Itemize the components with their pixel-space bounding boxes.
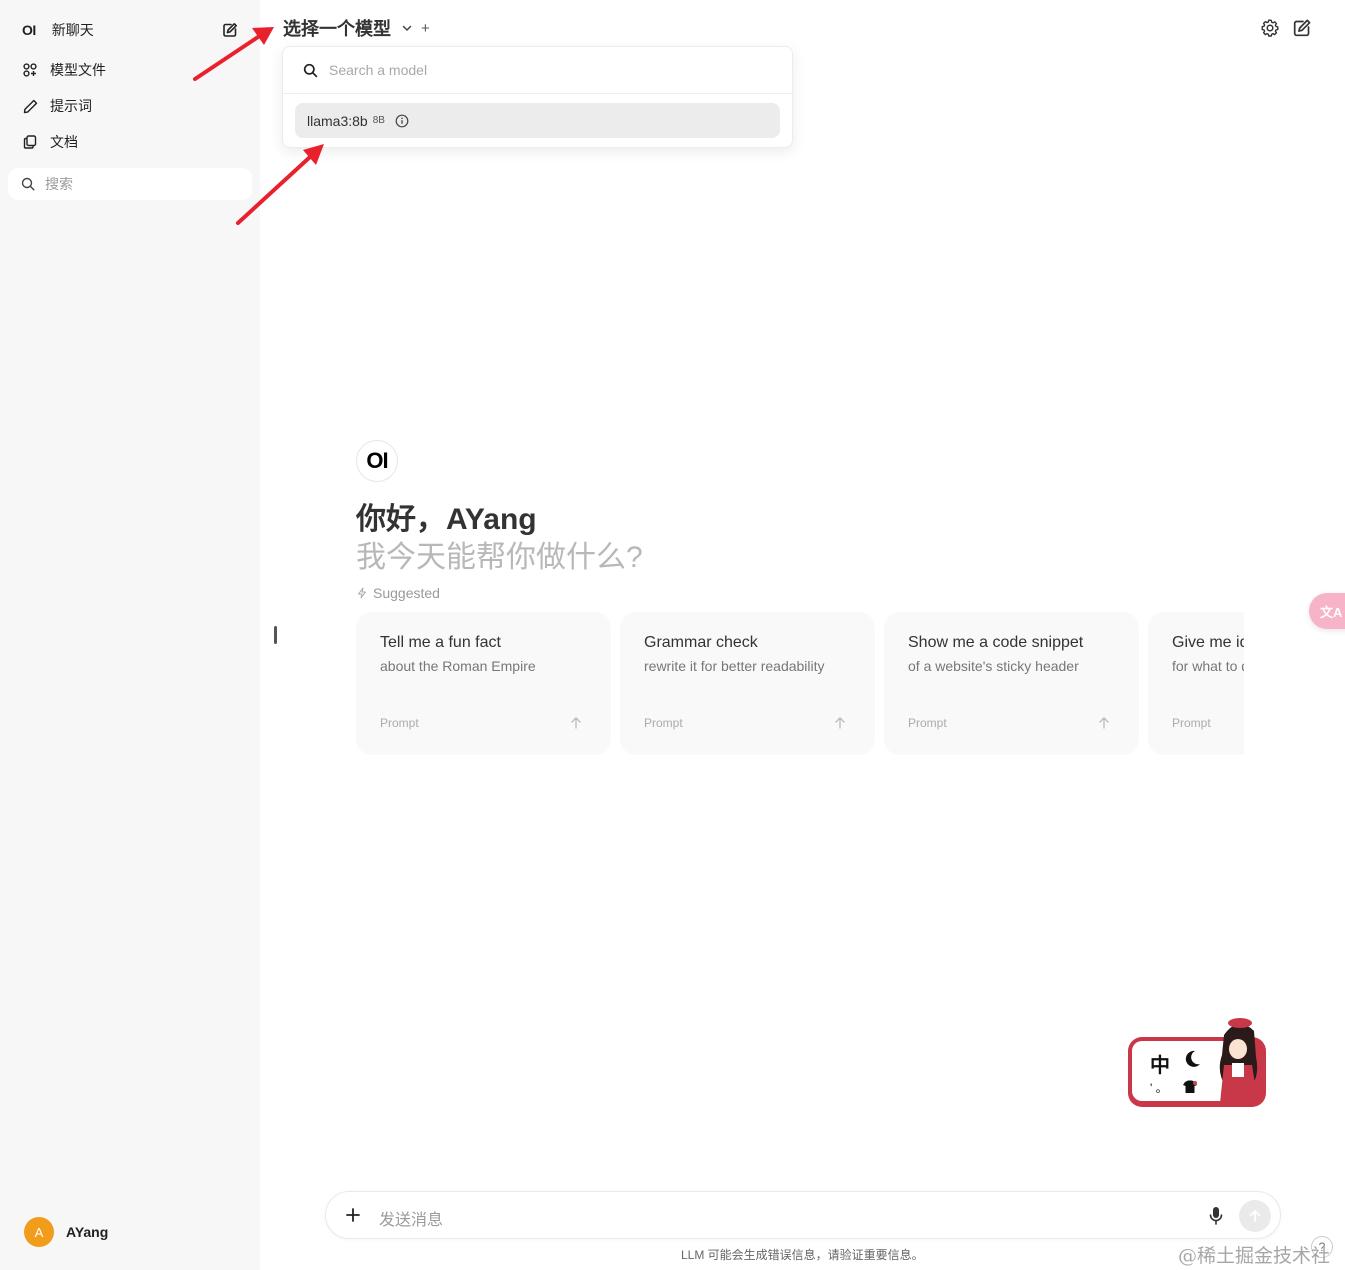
model-name: llama3:8b — [307, 112, 368, 129]
grid-icon — [22, 62, 38, 78]
sidebar-item-label: 提示词 — [50, 98, 92, 114]
model-selector[interactable]: 选择一个模型 + — [283, 15, 430, 41]
model-option-llama3[interactable]: llama3:8b 8B — [295, 103, 780, 138]
suggestion-card[interactable]: Grammar check rewrite it for better read… — [620, 612, 875, 755]
plus-icon[interactable] — [343, 1205, 363, 1225]
edit-icon[interactable] — [222, 22, 238, 38]
avatar: A — [24, 1217, 54, 1247]
suggestion-card[interactable]: Tell me a fun fact about the Roman Empir… — [356, 612, 611, 755]
greeting-subtitle: 我今天能帮你做什么? — [356, 541, 643, 574]
moon-icon[interactable] — [1184, 1049, 1202, 1069]
card-title: Show me a code snippet — [908, 634, 1084, 651]
ime-language-label[interactable]: 中 — [1150, 1049, 1170, 1078]
user-name: AYang — [66, 1224, 109, 1240]
arrow-up-icon — [833, 716, 847, 730]
ime-widget[interactable]: 中 ' 。 — [1128, 1018, 1266, 1107]
card-title: Grammar check — [644, 634, 758, 651]
arrow-up-icon — [1249, 1210, 1261, 1222]
sidebar-search-input[interactable]: 搜索 — [8, 168, 252, 200]
ime-punctuation[interactable]: ' 。 — [1150, 1079, 1168, 1096]
card-tag: Prompt — [1172, 716, 1211, 730]
suggested-heading: Suggested — [356, 585, 440, 601]
arrow-up-icon — [569, 716, 583, 730]
model-selector-title: 选择一个模型 — [283, 19, 391, 39]
card-tag: Prompt — [644, 716, 683, 730]
card-subtitle: for what to do — [1172, 658, 1244, 674]
sidebar-search-placeholder: 搜索 — [45, 176, 73, 192]
info-icon[interactable] — [395, 114, 409, 128]
add-model-button[interactable]: + — [421, 20, 430, 37]
model-search-input[interactable]: Search a model — [283, 47, 792, 94]
sidebar-item-label: 模型文件 — [50, 62, 106, 78]
pencil-icon — [22, 98, 38, 114]
message-input[interactable]: 发送消息 — [379, 1206, 443, 1230]
model-search-placeholder: Search a model — [329, 62, 428, 78]
model-dropdown: Search a model llama3:8b 8B — [282, 46, 793, 148]
send-button[interactable] — [1239, 1200, 1271, 1232]
watermark: @稀土掘金技术社区 — [1178, 1245, 1331, 1267]
search-icon — [303, 63, 318, 78]
bolt-icon — [356, 587, 368, 599]
card-title: Tell me a fun fact — [380, 634, 501, 651]
mascot-icon — [1219, 1018, 1258, 1103]
card-tag: Prompt — [908, 716, 947, 730]
message-input-bar: 发送消息 — [325, 1191, 1281, 1239]
card-subtitle: about the Roman Empire — [380, 658, 536, 674]
translate-tab[interactable]: 文A — [1309, 593, 1345, 629]
sidebar-item-prompts[interactable]: 提示词 — [8, 90, 252, 122]
card-title: Give me ideas — [1172, 634, 1244, 651]
microphone-icon[interactable] — [1208, 1206, 1224, 1226]
skin-icon[interactable] — [1182, 1079, 1198, 1095]
scroll-handle[interactable] — [274, 626, 277, 644]
app-logo-large: OI — [356, 440, 398, 482]
new-chat-icon[interactable] — [1292, 18, 1312, 38]
user-menu[interactable]: A AYang — [24, 1217, 108, 1247]
sidebar-item-label: 文档 — [50, 134, 78, 150]
app-logo: OI — [22, 22, 36, 38]
suggested-label: Suggested — [373, 585, 440, 601]
card-subtitle: of a website's sticky header — [908, 658, 1079, 674]
sidebar-item-documents[interactable]: 文档 — [8, 126, 252, 158]
card-tag: Prompt — [380, 716, 419, 730]
gear-icon[interactable] — [1260, 18, 1280, 38]
sidebar: OI 新聊天 模型文件 提示词 文档 搜索 A AYang — [0, 0, 260, 1270]
chevron-down-icon[interactable] — [401, 22, 413, 34]
model-size: 8B — [372, 115, 385, 126]
translate-icon: 文A — [1320, 604, 1343, 620]
suggestion-cards: Tell me a fun fact about the Roman Empir… — [356, 612, 1244, 757]
sidebar-item-modelfiles[interactable]: 模型文件 — [8, 54, 252, 86]
new-chat-button[interactable]: OI 新聊天 — [8, 14, 252, 46]
suggestion-card[interactable]: Show me a code snippet of a website's st… — [884, 612, 1139, 755]
arrow-up-icon — [1097, 716, 1111, 730]
disclaimer-text: LLM 可能会生成错误信息，请验证重要信息。 — [681, 1248, 924, 1262]
app-window: OI 新聊天 模型文件 提示词 文档 搜索 A AYang 选择一个模型 + S… — [0, 0, 1345, 1270]
card-subtitle: rewrite it for better readability — [644, 658, 825, 674]
suggestion-card[interactable]: Give me ideas for what to do Prompt — [1148, 612, 1244, 755]
documents-icon — [22, 134, 38, 150]
search-icon — [21, 177, 35, 191]
new-chat-label: 新聊天 — [51, 22, 94, 38]
